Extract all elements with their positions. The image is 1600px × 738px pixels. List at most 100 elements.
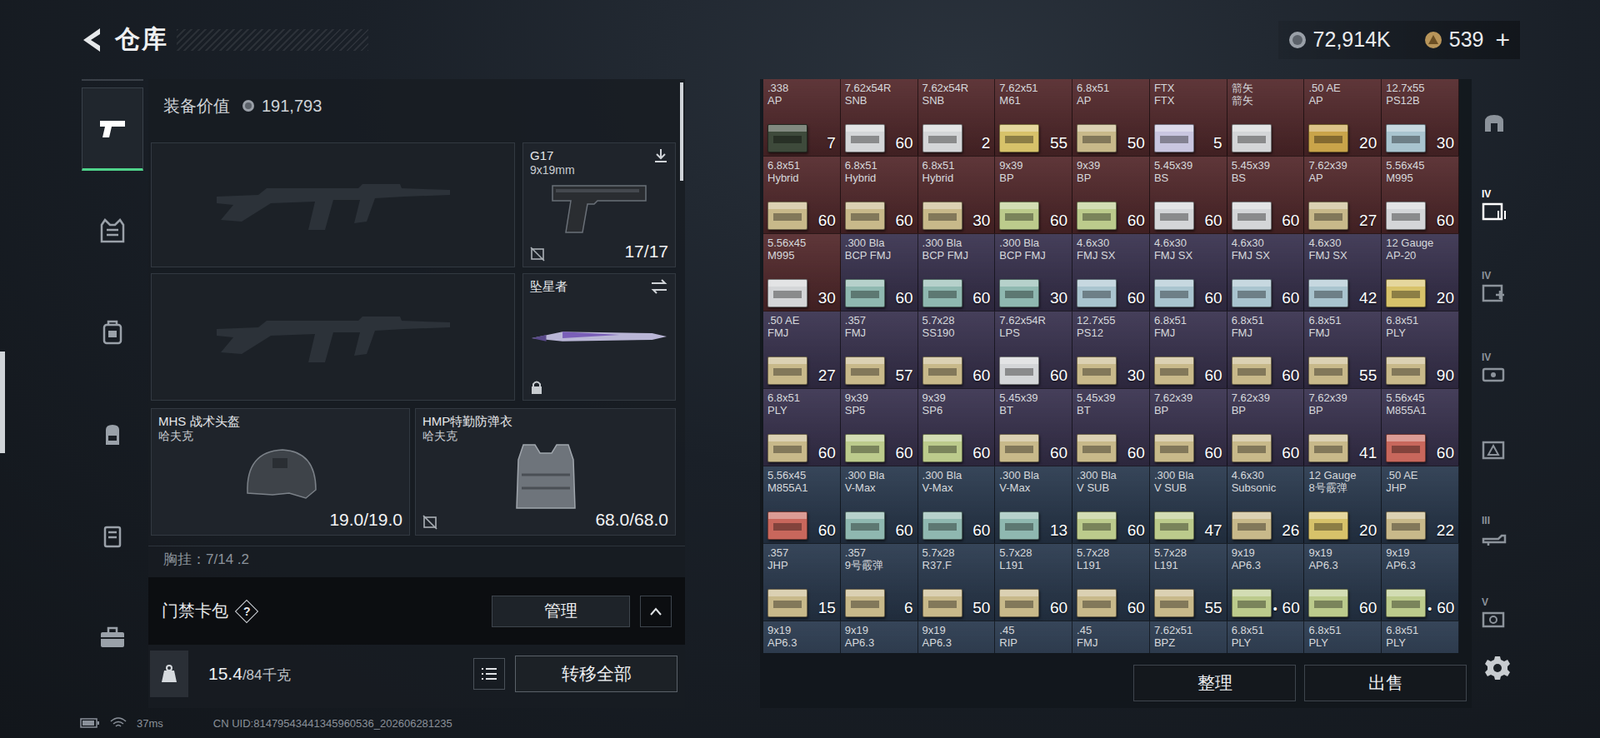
ammo-item[interactable]: 6.8x51 FMJ 60 bbox=[1227, 311, 1305, 390]
ammo-item[interactable]: 4.6x30 Subsonic 26 bbox=[1227, 466, 1305, 545]
expand-button[interactable] bbox=[640, 595, 672, 628]
help-button[interactable]: ? bbox=[235, 599, 259, 623]
ammo-item[interactable]: 5.45x39 BT 60 bbox=[1072, 389, 1150, 467]
ammo-item[interactable]: 9x39 SP6 60 bbox=[918, 389, 996, 467]
ammo-item[interactable]: 5.56x45 M995 30 bbox=[763, 234, 841, 312]
filter-tab[interactable]: V bbox=[1475, 588, 1520, 639]
filter-tab[interactable]: III bbox=[1475, 506, 1520, 557]
ammo-item[interactable]: .357 FMJ 57 bbox=[840, 311, 919, 390]
filter-tab[interactable]: IV bbox=[1475, 343, 1520, 394]
ammo-item[interactable]: .300 Bla V SUB 60 bbox=[1072, 466, 1150, 545]
ammo-item[interactable]: 5.7x28 R37.F 50 bbox=[918, 544, 996, 622]
ammo-item[interactable]: 4.6x30 FMJ SX 60 bbox=[1072, 234, 1150, 312]
ammo-item[interactable]: 7.62x39 BP 60 bbox=[1227, 389, 1305, 467]
ammo-item[interactable]: .300 Bla BCP FMJ 60 bbox=[840, 234, 919, 312]
ammo-item[interactable]: 7.62x54R LPS 60 bbox=[995, 311, 1073, 390]
ammo-item[interactable]: 7.62x39 AP 27 bbox=[1304, 156, 1382, 235]
filter-tab[interactable]: IV bbox=[1475, 261, 1520, 312]
nav-item[interactable] bbox=[81, 595, 144, 680]
ammo-item[interactable]: 6.8x51 PLY 60 bbox=[763, 389, 841, 467]
ammo-item[interactable]: 7.62x54R SNB 60 bbox=[840, 79, 919, 157]
ammo-item[interactable]: 9x19 AP6.3 •60 bbox=[1227, 544, 1305, 622]
pistol-slot[interactable]: G17 9x19mm 17/17 bbox=[522, 142, 676, 268]
ammo-item[interactable]: 6.8x51 Hybrid 60 bbox=[763, 156, 841, 235]
ammo-item[interactable]: .338 AP 7 bbox=[763, 79, 841, 157]
ammo-item[interactable]: 12.7x55 PS12 30 bbox=[1072, 311, 1150, 390]
nav-item[interactable] bbox=[81, 494, 144, 578]
download-icon[interactable] bbox=[653, 148, 669, 164]
currency-item[interactable]: 539 + bbox=[1424, 25, 1510, 55]
ammo-item[interactable]: .300 Bla V SUB 47 bbox=[1150, 466, 1228, 545]
ammo-item[interactable]: 4.6x30 FMJ SX 60 bbox=[1227, 234, 1305, 312]
ammo-item[interactable]: 6.8x51 PLY bbox=[1381, 621, 1460, 654]
ammo-item[interactable]: 6.8x51 PLY 90 bbox=[1381, 311, 1460, 390]
ammo-item[interactable]: .300 Bla BCP FMJ 30 bbox=[995, 234, 1073, 312]
ammo-item[interactable]: 6.8x51 Hybrid 60 bbox=[840, 156, 919, 235]
manage-button[interactable]: 管理 bbox=[491, 595, 630, 628]
ammo-item[interactable]: 5.45x39 BT 60 bbox=[995, 389, 1073, 467]
nav-item[interactable] bbox=[81, 392, 144, 476]
ammo-item[interactable]: FTX FTX 5 bbox=[1150, 79, 1228, 157]
ammo-item[interactable]: 7.62x39 BP 41 bbox=[1304, 389, 1382, 467]
currency-item[interactable]: 72,914K bbox=[1288, 27, 1391, 52]
ammo-item[interactable]: .50 AE JHP 22 bbox=[1381, 466, 1460, 545]
armor-slot[interactable]: HMP特勤防弹衣 哈夫克 68.0/68.0 bbox=[415, 408, 676, 536]
ammo-item[interactable]: 6.8x51 Hybrid 30 bbox=[918, 156, 996, 235]
ammo-item[interactable]: 7.62x54R SNB 2 bbox=[918, 79, 996, 157]
primary-weapon-slot[interactable] bbox=[150, 273, 515, 401]
list-button[interactable] bbox=[473, 658, 505, 690]
ammo-item[interactable]: .45 FMJ bbox=[1072, 621, 1150, 654]
ammo-item[interactable]: .300 Bla V-Max 60 bbox=[918, 466, 996, 545]
ammo-item[interactable]: .357 JHP 15 bbox=[763, 544, 841, 622]
ammo-item[interactable]: .300 Bla V-Max 60 bbox=[840, 466, 919, 545]
ammo-item[interactable]: 7.62x39 BP 60 bbox=[1150, 389, 1228, 467]
chest-rig-row[interactable]: 胸挂：7/14 .2 bbox=[148, 545, 685, 573]
melee-slot[interactable]: 坠星者 bbox=[522, 273, 676, 401]
back-button[interactable] bbox=[78, 25, 104, 55]
ammo-item[interactable]: 12 Gauge AP-20 20 bbox=[1381, 234, 1460, 312]
nav-item[interactable] bbox=[81, 290, 144, 375]
swap-icon[interactable] bbox=[650, 279, 669, 295]
ammo-item[interactable]: 7.62x51 BPZ bbox=[1150, 621, 1228, 654]
filter-tab[interactable] bbox=[1475, 98, 1520, 149]
add-currency[interactable]: + bbox=[1495, 25, 1510, 55]
ammo-item[interactable]: 5.45x39 BS 60 bbox=[1150, 156, 1228, 235]
filter-tab[interactable]: IV bbox=[1475, 180, 1520, 230]
ammo-item[interactable]: 9x19 AP6.3 60 bbox=[1304, 544, 1382, 622]
ammo-item[interactable]: .45 RIP bbox=[995, 621, 1073, 654]
ammo-item[interactable]: 4.6x30 FMJ SX 60 bbox=[1150, 234, 1228, 312]
filter-tab[interactable] bbox=[1475, 425, 1520, 475]
primary-weapon-slot[interactable] bbox=[150, 142, 515, 268]
ammo-item[interactable]: 6.8x51 FMJ 55 bbox=[1304, 311, 1382, 390]
ammo-item[interactable]: 6.8x51 AP 50 bbox=[1072, 79, 1150, 157]
ammo-item[interactable]: .300 Bla V-Max 13 bbox=[995, 466, 1073, 545]
settings-button[interactable] bbox=[1484, 650, 1511, 687]
ammo-item[interactable]: 6.8x51 PLY bbox=[1304, 621, 1382, 654]
nav-item[interactable] bbox=[81, 189, 144, 273]
scrollbar[interactable] bbox=[680, 82, 684, 181]
ammo-item[interactable]: .50 AE AP 20 bbox=[1304, 79, 1382, 157]
ammo-item[interactable]: 5.7x28 L191 60 bbox=[1072, 544, 1150, 622]
ammo-item[interactable]: 9x19 AP6.3 •60 bbox=[1381, 544, 1460, 622]
stash-action-button[interactable]: 整理 bbox=[1133, 665, 1296, 702]
ammo-item[interactable]: .50 AE FMJ 27 bbox=[763, 311, 841, 390]
ammo-item[interactable]: 12.7x55 PS12B 30 bbox=[1381, 79, 1460, 157]
stash-action-button[interactable]: 出售 bbox=[1304, 665, 1467, 702]
ammo-item[interactable]: 9x39 BP 60 bbox=[1072, 156, 1150, 235]
ammo-item[interactable]: .300 Bla BCP FMJ 60 bbox=[918, 234, 996, 312]
ammo-item[interactable]: 9x39 BP 60 bbox=[995, 156, 1073, 235]
ammo-item[interactable]: 9x19 AP6.3 bbox=[763, 621, 841, 654]
ammo-item[interactable]: 4.6x30 FMJ SX 42 bbox=[1304, 234, 1382, 312]
ammo-item[interactable]: 9x19 AP6.3 bbox=[840, 621, 919, 654]
ammo-item[interactable]: 5.7x28 L191 60 bbox=[995, 544, 1073, 622]
ammo-item[interactable]: 5.7x28 SS190 60 bbox=[918, 311, 996, 390]
ammo-item[interactable]: 9x39 SP5 60 bbox=[840, 389, 919, 467]
ammo-item[interactable]: 5.56x45 M855A1 60 bbox=[1381, 389, 1460, 467]
ammo-item[interactable]: 6.8x51 PLY bbox=[1227, 621, 1305, 654]
ammo-item[interactable]: 6.8x51 FMJ 60 bbox=[1150, 311, 1228, 390]
transfer-all-button[interactable]: 转移全部 bbox=[515, 655, 678, 693]
ammo-item[interactable]: 12 Gauge 8号霰弹 20 bbox=[1304, 466, 1382, 545]
ammo-item[interactable]: 7.62x51 M61 55 bbox=[995, 79, 1073, 157]
ammo-item[interactable]: .357 9号霰弹 6 bbox=[840, 544, 919, 622]
ammo-item[interactable]: 5.45x39 BS 60 bbox=[1227, 156, 1305, 235]
